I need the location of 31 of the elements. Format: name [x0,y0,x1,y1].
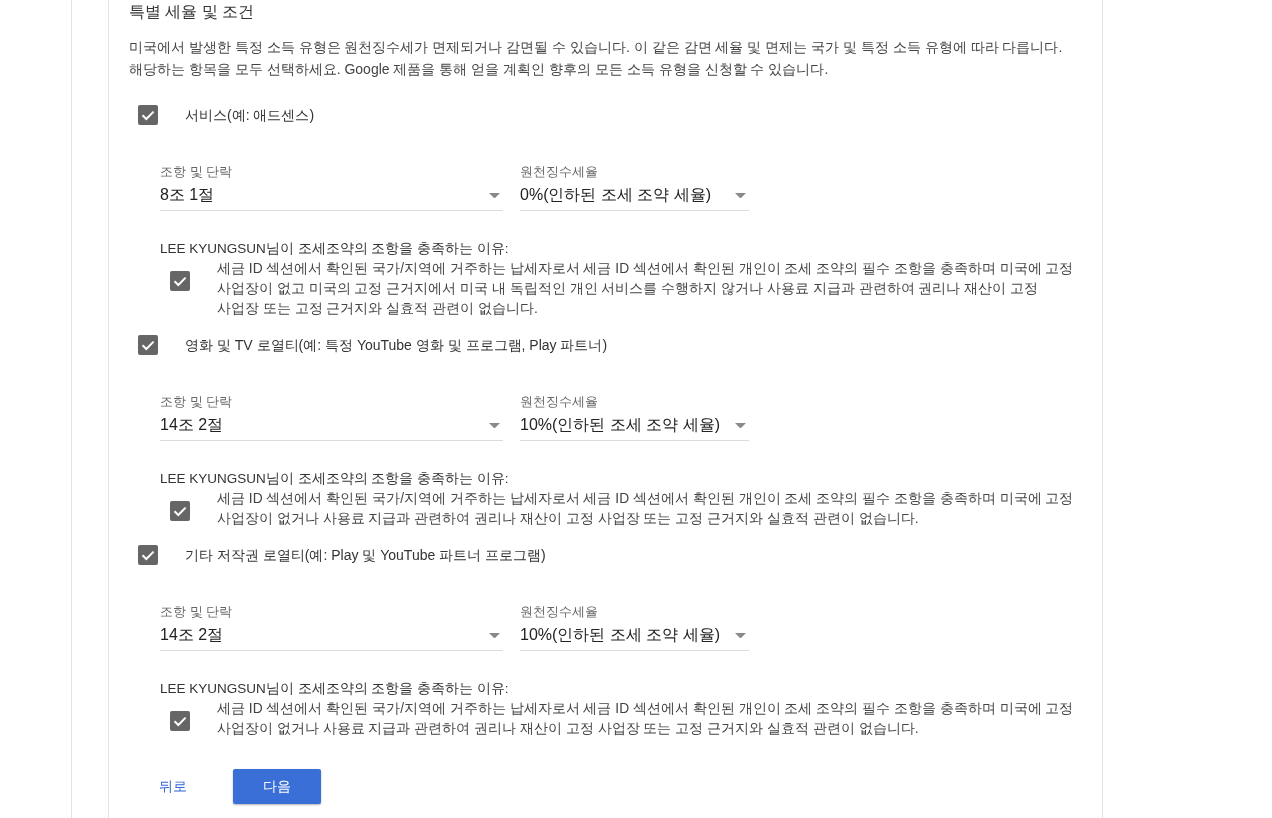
reason-heading: LEE KYUNGSUN님이 조세조약의 조항을 충족하는 이유: [159,470,510,488]
income-type-label: 서비스(예: 애드센스) [185,106,315,125]
caret-down-icon [735,192,746,198]
caret-down-icon [489,632,500,638]
caret-down-icon [489,422,500,428]
clause-dropdown[interactable]: 조항 및 단락 8조 1절 [160,164,503,211]
income-type-label: 기타 저작권 로열티(예: Play 및 YouTube 파트너 프로그램) [185,546,546,565]
caret-down-icon [735,632,746,638]
clause-dropdown[interactable]: 조항 및 단락 14조 2절 [160,604,503,651]
reason-heading: LEE KYUNGSUN님이 조세조약의 조항을 충족하는 이유: [159,680,510,698]
reason-text: 세금 ID 섹션에서 확인된 국가/지역에 거주하는 납세자로서 세금 ID 섹션에서 확인된 개인이 조세 조약의 필수 조항을 충족하며 미국에 고정 사업장이 없거나 사용료 지급과 관련하여 권리나 재산이 고정 사업장 또는 고정 근거지와 실효적 관련이 없습니다. [217,490,1075,528]
tax-rate-dropdown[interactable]: 원천징수세율 0%(인하된 조세 조약 세율) [520,164,749,211]
reason-heading: LEE KYUNGSUN님이 조세조약의 조항을 충족하는 이유: [159,240,510,258]
caret-down-icon [735,422,746,428]
reason-text: 세금 ID 섹션에서 확인된 국가/지역에 거주하는 납세자로서 세금 ID 섹션에서 확인된 개인이 조세 조약의 필수 조항을 충족하며 미국에 고정 사업장이 없거나 사용료 지급과 관련하여 권리나 재산이 고정 사업장 또는 고정 근거지와 실효적 관련이 없습니다. [217,700,1075,738]
next-button[interactable]: 다음 [233,769,321,804]
checkbox[interactable] [170,271,190,291]
checkbox[interactable] [170,501,190,521]
section-title: 특별 세율 및 조건 [129,2,255,22]
tax-rate-dropdown[interactable]: 원천징수세율 10%(인하된 조세 조약 세율) [520,604,749,651]
checkbox[interactable] [138,335,158,355]
checkbox[interactable] [170,711,190,731]
income-type-label: 영화 및 TV 로열티(예: 특정 YouTube 영화 및 프로그램, Play 파트너) [185,336,608,355]
clause-dropdown[interactable]: 조항 및 단락 14조 2절 [160,394,503,441]
back-link[interactable]: 뒤로 [159,769,187,804]
reason-text: 세금 ID 섹션에서 확인된 국가/지역에 거주하는 납세자로서 세금 ID 섹션에서 확인된 개인이 조세 조약의 필수 조항을 충족하며 미국에 고정 사업장이 없고 미국의 고정 근거지에서 미국 내 독립적인 개인 서비스를 수행하지 않거나 사용료 지급과 관련하여 권리나 재산이 고정 사업장 또는 고정 근거지와 실효적 관련이 없습니다. [217,260,1075,318]
tax-rate-dropdown[interactable]: 원천징수세율 10%(인하된 조세 조약 세율) [520,394,749,441]
checkbox[interactable] [138,545,158,565]
checkbox[interactable] [138,105,158,125]
section-description: 미국에서 발생한 특정 소득 유형은 원천징수세가 면제되거나 감면될 수 있습니다. 이 같은 감면 세율 및 면제는 국가 및 특정 소득 유형에 따라 다릅니다. 해당하는 항목을 모두 선택하세요. Google 제품을 통해 얻을 계획인 향후의 모든 소득 유형을 신청할 수 있습니다. [129,38,1064,79]
caret-down-icon [489,192,500,198]
